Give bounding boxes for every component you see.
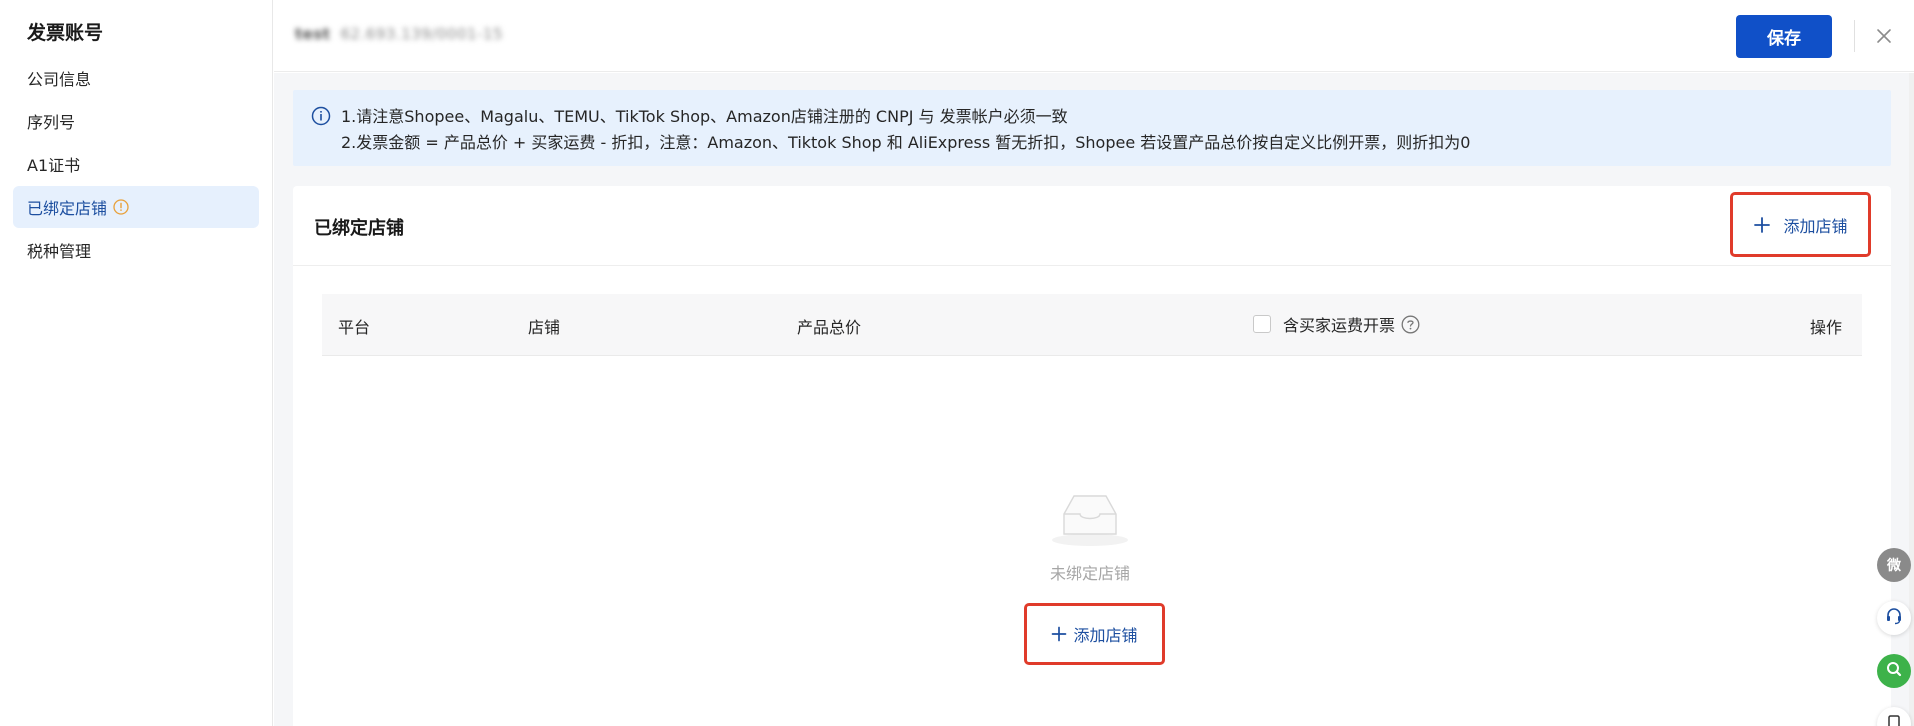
search-icon <box>1885 660 1903 682</box>
plus-icon <box>1753 216 1771 234</box>
bound-shops-card: 已绑定店铺 添加店铺 平台 店铺 产品总价 含买家运费开票 操作 未绑定店铺 添… <box>293 186 1891 726</box>
scrollbar[interactable] <box>1909 73 1914 726</box>
column-header-operations: 操作 <box>1810 318 1843 337</box>
column-header-platform: 平台 <box>338 318 371 337</box>
card-header: 已绑定店铺 添加店铺 <box>293 186 1891 266</box>
empty-state-text: 未绑定店铺 <box>1050 564 1131 583</box>
customer-service-button[interactable] <box>1877 601 1911 635</box>
add-shop-label: 添加店铺 <box>1073 626 1138 645</box>
info-icon <box>311 106 331 126</box>
include-freight-checkbox[interactable] <box>1253 315 1271 333</box>
sidebar-item-label: 公司信息 <box>27 70 92 89</box>
sidebar-item-tax-management[interactable]: 税种管理 <box>13 229 259 271</box>
card-title: 已绑定店铺 <box>314 218 404 239</box>
sidebar-item-label: 序列号 <box>27 113 76 132</box>
sidebar: 发票账号 公司信息 序列号 A1证书 已绑定店铺 税种管理 <box>0 0 273 726</box>
top-header: test 62.693.139/0001-15 保存 <box>274 0 1914 72</box>
sidebar-title: 发票账号 <box>27 22 104 44</box>
add-shop-label: 添加店铺 <box>1783 216 1848 236</box>
sidebar-item-company-info[interactable]: 公司信息 <box>13 57 259 99</box>
header-divider <box>1854 20 1855 52</box>
sidebar-item-label: 已绑定店铺 <box>27 199 108 218</box>
sidebar-item-serial-number[interactable]: 序列号 <box>13 100 259 142</box>
headset-icon <box>1884 606 1904 630</box>
document-icon <box>1886 714 1902 726</box>
sidebar-item-label: A1证书 <box>27 156 81 175</box>
close-icon[interactable] <box>1872 24 1896 48</box>
wechat-button[interactable]: 微 <box>1877 548 1911 582</box>
column-header-freight: 含买家运费开票 <box>1253 312 1420 336</box>
account-identifier: test 62.693.139/0001-15 <box>295 25 504 43</box>
plus-icon <box>1051 626 1067 642</box>
notice-banner: 1.请注意Shopee、Magalu、TEMU、TikTok Shop、Amaz… <box>293 90 1891 166</box>
freight-label: 含买家运费开票 <box>1283 316 1396 335</box>
table-header: 平台 店铺 产品总价 含买家运费开票 操作 <box>322 294 1862 356</box>
sidebar-item-bound-shops[interactable]: 已绑定店铺 <box>13 186 259 228</box>
notice-line-2: 2.发票金额 = 产品总价 + 买家运费 - 折扣，注意：Amazon、Tikt… <box>341 133 1471 152</box>
column-header-shop: 店铺 <box>528 318 561 337</box>
search-button[interactable] <box>1877 654 1911 688</box>
sidebar-item-a1-certificate[interactable]: A1证书 <box>13 143 259 185</box>
add-shop-empty-button[interactable]: 添加店铺 <box>1024 603 1165 665</box>
add-shop-button[interactable]: 添加店铺 <box>1730 192 1871 257</box>
notice-line-1: 1.请注意Shopee、Magalu、TEMU、TikTok Shop、Amaz… <box>341 107 1068 126</box>
help-icon[interactable] <box>1401 315 1420 334</box>
save-button[interactable]: 保存 <box>1736 15 1832 58</box>
warning-circle-icon <box>113 199 129 215</box>
column-header-product-total: 产品总价 <box>797 318 862 337</box>
sidebar-item-label: 税种管理 <box>27 242 92 261</box>
wechat-label: 微 <box>1887 558 1901 574</box>
empty-inbox-icon <box>1050 488 1130 548</box>
